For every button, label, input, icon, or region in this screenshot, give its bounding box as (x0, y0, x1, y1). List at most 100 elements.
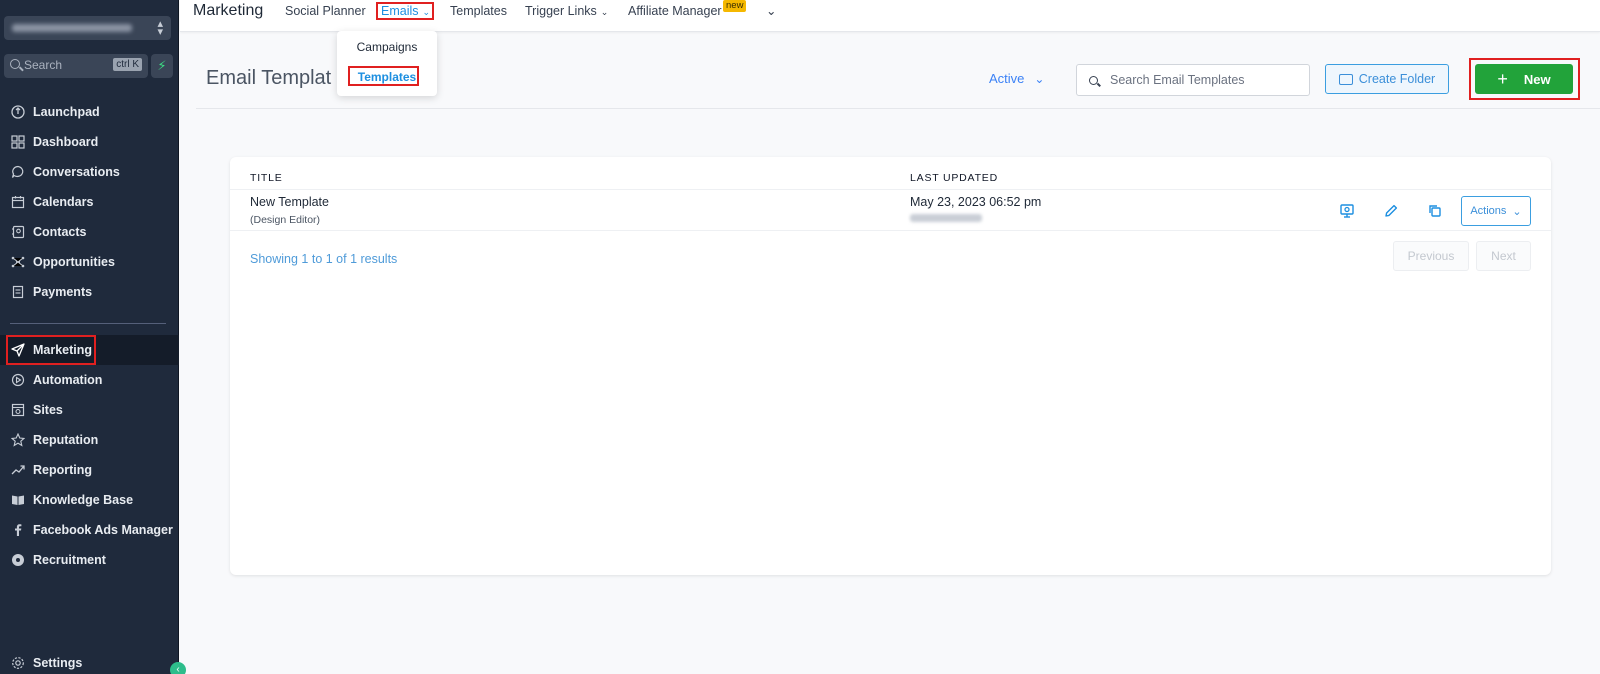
collapse-sidebar-chevron-icon[interactable]: ‹ (170, 662, 186, 674)
sidebar-item-sites[interactable]: Sites (0, 395, 179, 425)
play-icon (10, 372, 26, 388)
pagination-summary: Showing 1 to 1 of 1 results (250, 252, 398, 266)
preview-icon[interactable] (1338, 202, 1356, 220)
book-icon (10, 492, 26, 508)
gear-icon (10, 655, 26, 671)
sidebar-item-calendars[interactable]: Calendars (0, 187, 179, 217)
top-nav-bar: Marketing Social Planner Emails ⌄ Templat… (180, 0, 1600, 32)
sidebar-item-knowledge-base[interactable]: Knowledge Base (0, 485, 179, 515)
tab-templates[interactable]: Templates (450, 4, 507, 18)
trend-icon (10, 462, 26, 478)
sidebar-item-label: Opportunities (33, 255, 115, 269)
duplicate-icon[interactable] (1426, 202, 1444, 220)
account-switcher[interactable]: ▴ ▾ (4, 16, 171, 40)
sidebar-item-conversations[interactable]: Conversations (0, 157, 179, 187)
sidebar: ▴ ▾ Search ctrl K ⚡ Launchpad Dashboard C… (0, 0, 186, 674)
sidebar-divider (10, 323, 166, 324)
row-divider (230, 189, 1551, 190)
rocket-icon (10, 104, 26, 120)
status-filter-dropdown[interactable]: Active ⌄ (989, 71, 1044, 86)
sidebar-search[interactable]: Search ctrl K (4, 54, 148, 78)
sidebar-item-label: Sites (33, 403, 63, 417)
dropdown-item-campaigns[interactable]: Campaigns (337, 40, 437, 54)
actions-dropdown-button[interactable]: Actions ⌄ (1461, 196, 1531, 226)
sidebar-item-label: Contacts (33, 225, 87, 239)
sidebar-item-label: Knowledge Base (33, 493, 134, 507)
edit-pencil-icon[interactable] (1382, 202, 1400, 220)
star-icon (10, 432, 26, 448)
module-title: Marketing (193, 2, 264, 19)
templates-highlight-box (348, 66, 419, 86)
previous-page-button[interactable]: Previous (1393, 241, 1469, 271)
sidebar-item-reputation[interactable]: Reputation (0, 425, 179, 455)
pipeline-icon (10, 254, 26, 270)
sidebar-item-label: Conversations (33, 165, 120, 179)
search-shortcut-badge: ctrl K (113, 58, 142, 71)
sidebar-item-label: Automation (33, 373, 103, 387)
sidebar-search-placeholder: Search (24, 58, 63, 72)
search-icon (1089, 76, 1098, 85)
emails-dropdown-menu: Campaigns Templates (337, 31, 437, 96)
sidebar-item-label: Reputation (33, 433, 99, 447)
sidebar-item-launchpad[interactable]: Launchpad (0, 97, 179, 127)
sidebar-item-label: Calendars (33, 195, 94, 209)
sidebar-item-label: Facebook Ads Manager (33, 523, 173, 537)
chat-icon (10, 164, 26, 180)
tab-trigger-links[interactable]: Trigger Links ⌄ (525, 4, 608, 18)
sidebar-item-label: Launchpad (33, 105, 100, 119)
chevron-down-icon: ⌄ (600, 7, 609, 17)
sidebar-item-automation[interactable]: Automation (0, 365, 179, 395)
emails-highlight-box (376, 2, 434, 20)
new-button-highlight-box (1469, 58, 1580, 100)
sidebar-item-recruitment[interactable]: Recruitment (0, 545, 179, 575)
tab-affiliate-manager[interactable]: Affiliate Manager (628, 4, 722, 18)
sidebar-item-label: Reporting (33, 463, 93, 477)
template-editor-type: (Design Editor) (250, 214, 321, 226)
template-last-updated: May 23, 2023 06:52 pm (910, 195, 1042, 209)
calendar-icon (10, 194, 26, 210)
actions-label: Actions (1470, 205, 1507, 217)
status-filter-label: Active (989, 71, 1025, 86)
sidebar-item-label: Payments (33, 285, 93, 299)
template-title[interactable]: New Template (250, 195, 329, 209)
sidebar-item-reporting[interactable]: Reporting (0, 455, 179, 485)
globe-icon (10, 402, 26, 418)
chevron-updown-icon: ▴ ▾ (157, 18, 163, 38)
folder-icon (1338, 73, 1353, 85)
sidebar-item-label: Dashboard (33, 135, 99, 149)
column-header-last-updated: LAST UPDATED (910, 172, 998, 184)
sidebar-item-label: Settings (33, 656, 83, 670)
receipt-icon (10, 284, 26, 300)
create-folder-label: Create Folder (1358, 72, 1436, 86)
search-icon (10, 59, 20, 69)
sidebar-item-payments[interactable]: Payments (0, 277, 179, 307)
tab-social-planner[interactable]: Social Planner (285, 4, 366, 18)
chevron-down-icon: ⌄ (1512, 205, 1522, 218)
quick-action-bolt-icon[interactable]: ⚡ (151, 54, 173, 78)
page-title: Email Templat (206, 67, 332, 89)
updated-by-blurred (910, 214, 982, 222)
row-divider (230, 230, 1551, 231)
column-header-title: TITLE (250, 172, 283, 184)
account-name-blurred (12, 24, 132, 32)
contacts-icon (10, 224, 26, 240)
more-chevron-down-icon[interactable]: ⌄ (766, 3, 776, 18)
header-divider (196, 108, 1600, 109)
create-folder-button[interactable]: Create Folder (1325, 64, 1449, 94)
sidebar-item-opportunities[interactable]: Opportunities (0, 247, 179, 277)
templates-table-card: TITLE LAST UPDATED New Template (Design … (230, 157, 1551, 575)
sidebar-item-facebook-ads-manager[interactable]: Facebook Ads Manager (0, 515, 179, 545)
sidebar-item-settings[interactable]: Settings (0, 652, 179, 674)
search-templates-input[interactable]: Search Email Templates (1076, 64, 1310, 96)
disc-icon (10, 552, 26, 568)
new-badge: new (723, 0, 747, 12)
sidebar-item-label: Recruitment (33, 553, 106, 567)
sidebar-item-contacts[interactable]: Contacts (0, 217, 179, 247)
chevron-down-icon: ⌄ (1034, 72, 1045, 86)
tab-trigger-links-label: Trigger Links (525, 4, 597, 18)
sidebar-item-dashboard[interactable]: Dashboard (0, 127, 179, 157)
next-page-button[interactable]: Next (1476, 241, 1531, 271)
marketing-highlight-box (6, 335, 96, 365)
facebook-icon (10, 522, 26, 538)
search-templates-placeholder: Search Email Templates (1110, 73, 1245, 87)
